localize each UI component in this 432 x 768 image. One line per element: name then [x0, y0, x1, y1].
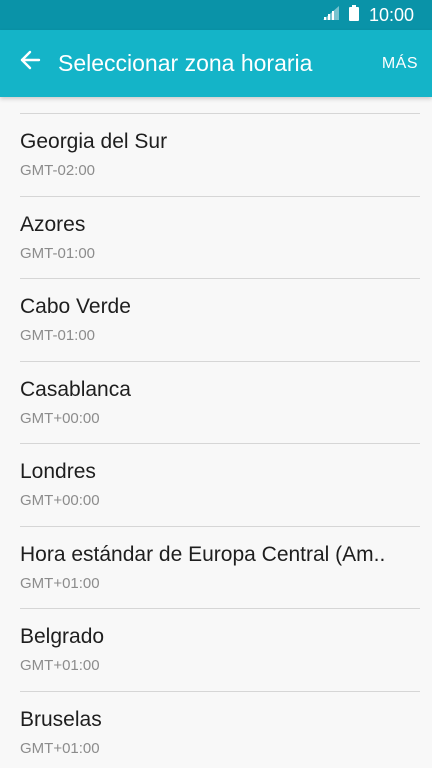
list-item[interactable]: Londres GMT+00:00: [20, 444, 420, 527]
timezone-name: Londres: [20, 460, 96, 483]
back-button[interactable]: [12, 44, 48, 80]
timezone-name: Cabo Verde: [20, 295, 131, 318]
timezone-name: Azores: [20, 212, 86, 236]
timezone-offset: GMT-02:00: [20, 162, 96, 179]
list-item[interactable]: Casablanca GMT+00:00: [20, 362, 420, 444]
timezone-name: Georgia del Sur: [20, 130, 168, 153]
app-bar: Seleccionar zona horaria MÁS: [0, 30, 432, 97]
timezone-offset: GMT+01:00: [20, 574, 100, 592]
list-item[interactable]: Cabo Verde GMT-01:00: [20, 279, 420, 362]
page-title: Seleccionar zona horaria: [58, 50, 313, 76]
timezone-name: Hora estándar de Europa Central (Am..: [20, 542, 386, 566]
timezone-list-items: Georgia del Sur GMT-02:00 Azores GMT-01:00 C…: [0, 114, 432, 768]
timezone-offset: GMT-01:00: [20, 244, 96, 262]
timezone-list[interactable]: Georgia del Sur GMT-02:00 Azores GMT-01:00 C…: [0, 97, 432, 768]
list-item[interactable]: Belgrado GMT+01:00: [20, 609, 420, 692]
signal-icon: [322, 5, 339, 25]
timezone-name: Casablanca: [20, 377, 131, 401]
status-bar: 10:00: [0, 0, 432, 30]
timezone-offset: GMT+00:00: [20, 492, 100, 509]
timezone-offset: GMT-01:00: [20, 327, 96, 344]
timezone-offset: GMT+00:00: [20, 409, 100, 427]
clock: 10:00: [368, 5, 414, 25]
timezone-offset: GMT+01:00: [20, 739, 100, 757]
status-icons: 10:00: [322, 0, 414, 30]
back-arrow-icon: [19, 49, 41, 76]
timezone-name: Belgrado: [20, 625, 105, 648]
list-item[interactable]: Hora estándar de Europa Central (Am.. GMT…: [20, 527, 420, 609]
battery-icon: [348, 4, 359, 26]
list-item[interactable]: Azores GMT-01:00: [20, 197, 420, 279]
timezone-offset: GMT+01:00: [20, 657, 100, 674]
list-item[interactable]: Bruselas GMT+01:00: [20, 692, 420, 768]
timezone-name: Bruselas: [20, 707, 102, 731]
list-item[interactable]: Georgia del Sur GMT-02:00: [20, 114, 420, 197]
more-button[interactable]: MÁS: [382, 30, 418, 97]
